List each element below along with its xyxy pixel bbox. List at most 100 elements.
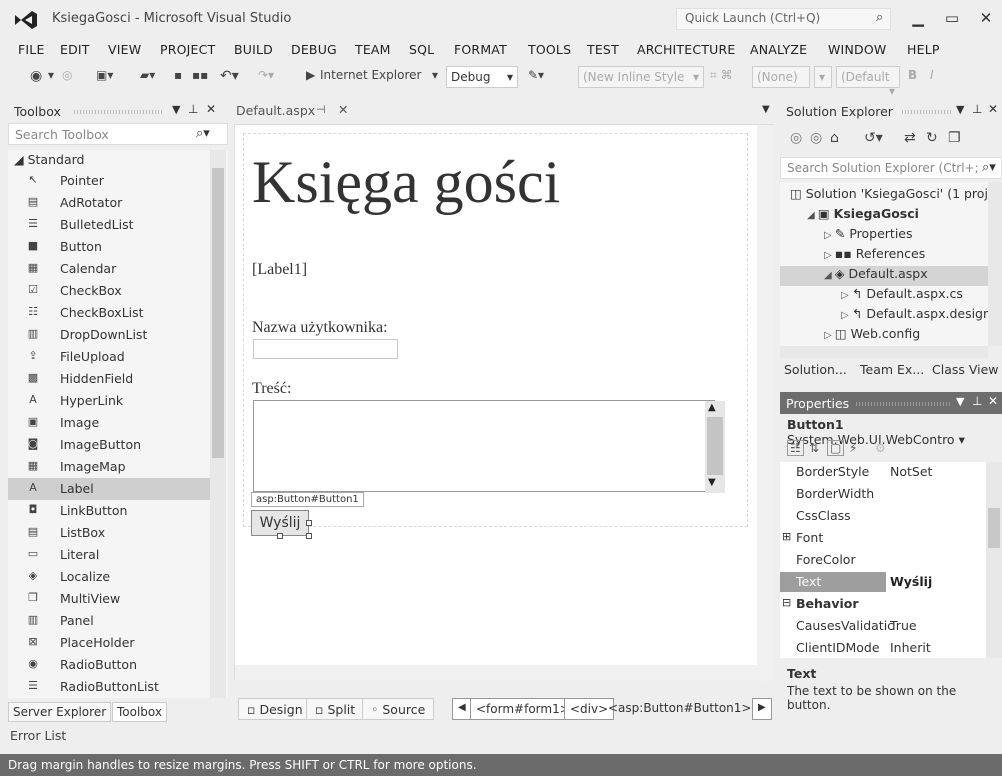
property-row[interactable]: ⊞ Font (780, 528, 986, 548)
property-row[interactable]: BorderStyle NotSet (780, 462, 986, 482)
toolbox-item[interactable]: ▤ ListBox (8, 522, 210, 544)
tab-class-view[interactable]: Class View (932, 362, 999, 377)
toolbox-item[interactable]: A Label (8, 478, 210, 500)
categorized-icon[interactable]: ☷ (787, 440, 804, 456)
menu-team[interactable]: TEAM (355, 42, 391, 57)
dropdown-arrow-icon[interactable]: ▼ (956, 103, 964, 116)
menu-format[interactable]: FORMAT (454, 42, 507, 57)
search-icon[interactable]: ⌕▾ (196, 126, 210, 141)
toolbox-item[interactable]: ◙ ImageButton (8, 434, 210, 456)
breadcrumb-form[interactable]: <form#form1> (470, 698, 576, 720)
tab-default-aspx[interactable]: Default.aspx ⊣ ✕ (234, 100, 364, 122)
solution-tree-node[interactable]: ◢ ◈ Default.aspx (824, 266, 928, 281)
toolbox-group-standard[interactable]: ◢ Standard (14, 152, 84, 167)
close-tab-icon[interactable]: ✕ (338, 102, 348, 117)
toolbox-item[interactable]: ▦ Calendar (8, 258, 210, 280)
toolbox-item[interactable]: ⇪ FileUpload (8, 346, 210, 368)
design-view-button[interactable]: ▫ Design (238, 698, 312, 720)
solution-tree-node[interactable]: ▷ ↰ Default.aspx.designe (841, 306, 999, 321)
menu-help[interactable]: HELP (907, 42, 940, 57)
toolbox-item[interactable]: ◉ RadioButton (8, 654, 210, 676)
open-file-icon[interactable]: ▰▾ (140, 68, 155, 82)
textarea-scroll-thumb[interactable] (707, 417, 723, 475)
close-button[interactable]: ✕ (972, 6, 1000, 30)
italic-button[interactable]: I (930, 68, 934, 82)
tab-solution-explorer[interactable]: Solution... (784, 362, 847, 377)
toolbox-item[interactable]: ▩ HiddenField (8, 368, 210, 390)
menu-tools[interactable]: TOOLS (528, 42, 571, 57)
menu-debug[interactable]: DEBUG (291, 42, 337, 57)
toolbox-item[interactable]: ↖ Pointer (8, 170, 210, 192)
split-view-button[interactable]: ▫ Split (306, 698, 365, 720)
design-surface[interactable]: Księga gości [Label1] Nazwa użytkownika:… (234, 124, 774, 681)
solution-explorer-search-input[interactable]: Search Solution Explorer (Ctrl+; (780, 157, 1002, 179)
property-row[interactable]: Text Wyślij (780, 572, 986, 592)
toolbox-item[interactable]: A HyperLink (8, 390, 210, 412)
toolbox-scroll-thumb[interactable] (212, 168, 224, 458)
dropdown-arrow-icon[interactable]: ▾ (432, 68, 438, 82)
close-icon[interactable]: ✕ (206, 102, 216, 116)
scroll-up-icon[interactable]: ▲ (708, 402, 716, 413)
tab-toolbox[interactable]: Toolbox (112, 702, 167, 722)
property-value[interactable]: Wyślij (886, 572, 986, 592)
refresh-icon[interactable]: ↻ (926, 130, 938, 146)
new-project-icon[interactable]: ▣▾ (96, 68, 113, 82)
back-icon[interactable]: ◉ (30, 68, 42, 84)
maximize-button[interactable]: ▭ (938, 6, 966, 30)
label1-control[interactable]: [Label1] (252, 261, 307, 279)
font-select[interactable]: (Default ▾ (836, 66, 900, 98)
toolbox-item[interactable]: ▭ Literal (8, 544, 210, 566)
dropdown-arrow-icon[interactable]: ▾ (48, 68, 54, 82)
search-icon[interactable]: ⌕ (876, 10, 883, 25)
menu-edit[interactable]: EDIT (60, 42, 90, 57)
format-icon[interactable]: ⌗ ⌘ (710, 68, 733, 83)
pin-icon[interactable]: ⊣ (316, 103, 326, 116)
error-list-tab[interactable]: Error List (10, 728, 66, 743)
solution-tree-node[interactable]: ▷ ◫ Web.config (824, 326, 920, 341)
toolbox-item[interactable]: ◘ LinkButton (8, 500, 210, 522)
property-row[interactable]: CssClass (780, 506, 986, 526)
dropdown-arrow-icon[interactable]: ▼ (956, 395, 964, 408)
toolbox-item[interactable]: ☰ BulletedList (8, 214, 210, 236)
collapse-arrow-icon[interactable]: ◢ (824, 270, 835, 281)
designer-vertical-scrollbar[interactable] (757, 125, 774, 681)
page-heading[interactable]: Księga gości (252, 148, 560, 217)
expand-arrow-icon[interactable]: ▷ (824, 230, 835, 241)
properties-icon[interactable]: ▢ (827, 440, 845, 456)
properties-scrollbar[interactable] (986, 462, 1002, 658)
close-icon[interactable]: ✕ (988, 394, 998, 408)
property-category[interactable]: ⊟ Behavior (780, 594, 986, 614)
designer-horizontal-scrollbar[interactable] (235, 665, 757, 680)
resize-handle[interactable] (306, 520, 312, 526)
pin-icon[interactable]: ⊥ (972, 102, 982, 116)
toolbox-item[interactable]: ❐ MultiView (8, 588, 210, 610)
solution-tree-node[interactable]: ◫ Solution 'KsiegaGosci' (1 proje (790, 186, 996, 201)
toolbox-search-input[interactable]: Search Toolbox (8, 123, 228, 145)
property-pages-icon[interactable]: ⚙ (875, 441, 886, 455)
scroll-down-icon[interactable]: ▼ (708, 477, 716, 488)
search-icon[interactable]: ⌕▾ (982, 160, 996, 175)
menu-project[interactable]: PROJECT (160, 42, 215, 57)
toolbox-item[interactable]: ⊠ PlaceHolder (8, 632, 210, 654)
menu-file[interactable]: FILE (18, 42, 45, 57)
menu-window[interactable]: WINDOW (828, 42, 886, 57)
toolbox-item[interactable]: ▥ DropDownList (8, 324, 210, 346)
alphabetical-icon[interactable]: ⇅ (809, 441, 819, 455)
resize-handle[interactable] (277, 533, 283, 539)
property-value[interactable]: True (890, 618, 917, 633)
tab-server-explorer[interactable]: Server Explorer (8, 702, 112, 722)
events-icon[interactable]: ⚡ (849, 441, 857, 455)
menu-view[interactable]: VIEW (108, 42, 141, 57)
property-row[interactable]: ClientIDMode Inherit (780, 638, 986, 658)
breadcrumb-button[interactable]: <asp:Button#Button1> (608, 701, 751, 715)
save-all-icon[interactable]: ▪▪ (192, 68, 208, 82)
property-value[interactable]: Inherit (890, 640, 931, 655)
quick-launch-input[interactable]: Quick Launch (Ctrl+Q) (676, 8, 891, 30)
property-row[interactable]: ForeColor (780, 550, 986, 570)
bold-button[interactable]: B (908, 68, 917, 82)
forward-icon[interactable]: ◎ (810, 130, 822, 146)
browser-selector[interactable]: Internet Explorer (320, 68, 421, 82)
menu-sql[interactable]: SQL (409, 42, 434, 57)
toolbox-item[interactable]: ▦ ImageMap (8, 456, 210, 478)
toolbox-item[interactable]: ☑ CheckBox (8, 280, 210, 302)
